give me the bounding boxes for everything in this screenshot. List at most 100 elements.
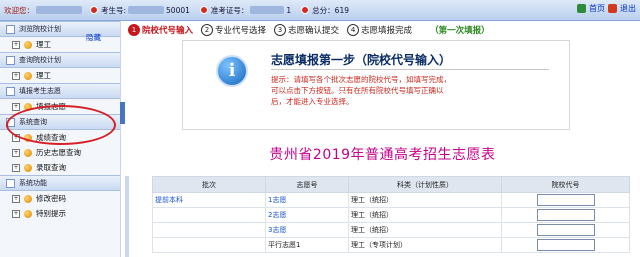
ticket-masked [250, 6, 285, 14]
sidebar-item-label: 录取查询 [36, 163, 66, 172]
sidebar-item-label: 理工 [36, 40, 51, 49]
bullet-icon [24, 194, 32, 203]
sidebar-item-browse-science[interactable]: + 理工 [0, 37, 120, 52]
divider [271, 69, 549, 70]
sidebar-item-admission-query[interactable]: + 录取查询 [0, 160, 120, 175]
step-number: 1 [128, 23, 140, 36]
sidebar-item-label: 修改密码 [36, 194, 66, 203]
sidebar: 浏览院校计划 隐藏 + 理工 查询院校计划 + 理工 填报考生志愿 + 填报志愿… [0, 21, 121, 257]
group-label: 系统功能 [19, 179, 47, 187]
group-label: 填报考生志愿 [19, 87, 61, 95]
bullet-icon [24, 163, 32, 172]
info-icon: i [216, 55, 248, 87]
school-code-cell [501, 222, 630, 238]
volunteer-no-cell: 1志愿 [265, 192, 349, 208]
step-label: 院校代号输入 [142, 25, 194, 36]
info-panel: i 志愿填报第一步（院校代号输入） 提示：请填写各个批次志愿的院校代号，如填写完… [182, 40, 570, 130]
home-icon [577, 4, 586, 13]
school-code-cell [501, 192, 630, 208]
sidebar-collapse-link[interactable]: 隐藏 [86, 32, 101, 43]
table-row: 2志愿 理工（统招） [152, 207, 630, 223]
ticket-icon [199, 6, 208, 14]
school-code-input[interactable] [536, 209, 595, 221]
table-header-row: 批次 志愿号 科类（计划性质） 院校代号 [152, 176, 630, 193]
candidate-label: 考生号: [101, 5, 127, 15]
table-row: 3志愿 理工（统招） [152, 222, 630, 238]
candidate-masked [128, 6, 165, 14]
sidebar-group-fill[interactable]: 填报考生志愿 [0, 83, 120, 99]
expand-icon: + [12, 194, 20, 203]
sidebar-group-query[interactable]: 查询院校计划 [0, 52, 120, 68]
score-icon [301, 6, 310, 14]
sidebar-resize-handle[interactable] [120, 102, 125, 124]
sidebar-group-functions[interactable]: 系统功能 [0, 175, 120, 191]
exit-icon [608, 4, 617, 13]
info-tip: 提示：请填写各个批次志愿的院校代号，如填写完成， 可以点击下方按钮。只有在所有院… [271, 74, 543, 107]
expand-icon: + [12, 102, 20, 111]
table-left-border [125, 176, 129, 257]
step-4: 4 志愿填报完成 [347, 23, 413, 36]
category-cell: 理工（统招） [348, 207, 502, 223]
expand-icon: + [12, 209, 20, 218]
step-indicator: 1 院校代号输入 2 专业代号选择 3 志愿确认提交 4 志愿填报完成 （第一次… [125, 21, 640, 38]
highlight-circle [6, 105, 116, 145]
home-link[interactable]: 首页 [589, 3, 605, 14]
expand-icon: + [12, 148, 20, 157]
bullet-icon [24, 209, 32, 218]
school-code-input[interactable] [536, 194, 595, 206]
group-label: 查询院校计划 [19, 56, 61, 64]
category-cell: 理工（专项计划） [348, 237, 502, 253]
ticket-label: 准考证号： [210, 5, 249, 15]
sidebar-item-label: 历史志愿查询 [36, 148, 81, 157]
info-title: 志愿填报第一步（院校代号输入） [271, 53, 452, 67]
welcome-label: 欢迎您： [4, 5, 34, 15]
category-cell: 理工（统招） [348, 192, 502, 208]
bullet-icon [24, 40, 32, 49]
column-header: 科类（计划性质） [348, 176, 502, 193]
column-header: 志愿号 [265, 176, 349, 193]
step-number: 2 [201, 23, 214, 36]
group-toggle-icon [6, 24, 15, 34]
candidate-value: 50001 [166, 5, 190, 15]
school-code-input[interactable] [536, 239, 595, 251]
score-value: 619 [334, 5, 349, 15]
sidebar-item-label: 理工 [36, 71, 51, 80]
sidebar-group-browse[interactable]: 浏览院校计划 隐藏 [0, 21, 120, 42]
group-label: 浏览院校计划 [19, 25, 61, 33]
step-label: 专业代号选择 [215, 25, 267, 36]
candidate-icon [90, 6, 98, 14]
group-toggle-icon [6, 86, 15, 96]
batch-cell [152, 222, 266, 238]
page-title: 贵州省2019年普通高考招生志愿表 [269, 147, 496, 163]
bullet-icon [24, 71, 32, 80]
expand-icon: + [12, 40, 20, 49]
sidebar-item-special-notice[interactable]: + 特别提示 [0, 206, 120, 221]
sidebar-item-query-science[interactable]: + 理工 [0, 68, 120, 83]
sidebar-item-change-password[interactable]: + 修改密码 [0, 191, 120, 206]
score-block: 总分： 619 [301, 5, 349, 16]
step-number: 4 [347, 23, 360, 36]
top-bar: 欢迎您： 考生号: 50001 准考证号： 1 总分： 619 首页 退出 [0, 0, 640, 21]
expand-icon: + [12, 71, 20, 80]
score-label: 总分： [312, 5, 335, 15]
step-label: 志愿确认提交 [288, 25, 340, 36]
volunteer-no-cell: 3志愿 [265, 222, 349, 238]
school-code-cell [501, 237, 630, 253]
batch-cell: 提前本科 [152, 192, 266, 208]
sidebar-item-history-query[interactable]: + 历史志愿查询 [0, 145, 120, 160]
bullet-icon [24, 148, 32, 157]
exit-link[interactable]: 退出 [620, 3, 636, 14]
step-2: 2 专业代号选择 [201, 23, 267, 36]
table-row: 平行志愿1 理工（专项计划） [152, 237, 630, 253]
top-links: 首页 退出 [577, 3, 636, 14]
school-code-input[interactable] [536, 224, 595, 236]
tip-line: 后，才能进入专业选择。 [271, 97, 354, 106]
batch-cell [152, 207, 266, 223]
group-toggle-icon [6, 178, 15, 188]
column-header: 院校代号 [501, 176, 630, 193]
step-3: 3 志愿确认提交 [274, 23, 340, 36]
expand-icon: + [12, 163, 20, 172]
step-label: 志愿填报完成 [361, 25, 413, 36]
ticket-value: 1 [286, 5, 292, 15]
column-header: 批次 [152, 176, 266, 193]
